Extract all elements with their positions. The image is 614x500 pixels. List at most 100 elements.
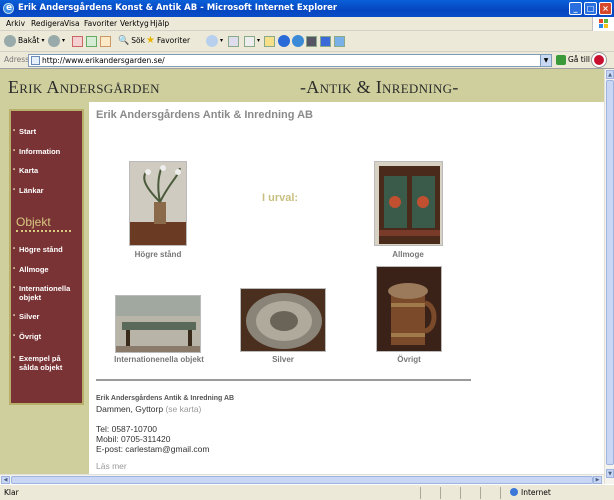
thumbnail-internationella[interactable]: [115, 295, 201, 353]
vertical-scroll-thumb[interactable]: [606, 80, 614, 465]
nav-internationella[interactable]: Internationella objekt: [13, 284, 75, 302]
print-button[interactable]: ▾: [244, 34, 260, 48]
menu-arkiv[interactable]: Arkiv: [6, 19, 25, 28]
extension-icon[interactable]: [592, 53, 606, 67]
go-button[interactable]: Gå till: [568, 55, 590, 64]
security-zone: Internet: [510, 488, 551, 497]
read-more-link[interactable]: Läs mer: [96, 461, 234, 471]
status-text: Klar: [4, 488, 19, 497]
nav-hogre-stand[interactable]: Högre stånd: [13, 245, 63, 254]
highlight-heading: I urval:: [262, 192, 299, 204]
thumbnail-hogre-stand[interactable]: [129, 161, 187, 246]
status-divider: [480, 487, 481, 499]
status-divider: [440, 487, 441, 499]
forward-button[interactable]: ▾: [48, 34, 65, 48]
favorites-button[interactable]: ★ Favoriter: [146, 34, 190, 48]
footer-tel: Tel: 0587-10700: [96, 424, 157, 434]
menu-redigera[interactable]: Redigera: [31, 19, 64, 28]
nav-start[interactable]: Start: [13, 127, 36, 136]
nav-allmoge[interactable]: Allmoge: [13, 265, 49, 274]
toolbar-icon-5[interactable]: [320, 34, 331, 48]
horizontal-scrollbar[interactable]: ◀ ▶: [0, 474, 604, 484]
nav-silver[interactable]: Silver: [13, 312, 40, 321]
home-icon: [100, 35, 111, 47]
tankard-image: [377, 267, 441, 351]
caption-allmoge[interactable]: Allmoge: [362, 250, 454, 259]
footer-company: Erik Andersgårdens Antik & Inredning AB: [96, 395, 235, 402]
caption-internationella[interactable]: Internationenella objekt: [104, 355, 214, 364]
nav-salda-objekt[interactable]: Exempel på sålda objekt: [13, 354, 77, 372]
thumbnail-ovrigt[interactable]: [376, 266, 442, 352]
site-title: Erik Andersgården: [8, 77, 160, 97]
nav-lankar[interactable]: Länkar: [13, 186, 44, 195]
back-button[interactable]: Bakåt ▾: [4, 34, 45, 48]
caption-hogre-stand[interactable]: Högre stånd: [112, 250, 204, 259]
globe-icon: [510, 488, 518, 496]
nav-karta[interactable]: Karta: [13, 166, 38, 175]
home-button[interactable]: [100, 34, 111, 48]
address-bar: Adress http://www.erikandersgarden.se/ ▼…: [0, 52, 614, 69]
scroll-left-icon[interactable]: ◀: [1, 476, 10, 484]
scroll-down-icon[interactable]: ▼: [606, 469, 614, 478]
menu-favoriter[interactable]: Favoriter: [84, 19, 117, 28]
caption-silver[interactable]: Silver: [240, 355, 326, 364]
nav-ovrigt[interactable]: Övrigt: [13, 332, 41, 341]
window-title: Erik Andersgårdens Konst & Antik AB - Mi…: [18, 3, 338, 13]
minimize-button[interactable]: _: [569, 2, 582, 15]
research-icon: [306, 35, 317, 47]
page-viewport: Erik Andersgården -Antik & Inredning- St…: [0, 69, 604, 484]
status-divider: [500, 487, 501, 499]
horizontal-scroll-thumb[interactable]: [11, 476, 593, 484]
chevron-down-icon: ▾: [257, 37, 261, 44]
cabinet-image: [375, 162, 442, 245]
map-link[interactable]: (se karta): [165, 404, 201, 414]
toolbar-icon-6[interactable]: [334, 34, 345, 48]
stop-button[interactable]: [72, 34, 83, 48]
mail-icon: [228, 35, 239, 47]
footer-address: Dammen, Gyttorp: [96, 404, 164, 414]
site-subtitle: -Antik & Inredning-: [300, 77, 459, 97]
history-button[interactable]: ▾: [206, 34, 223, 48]
vertical-scrollbar[interactable]: ▲ ▼: [604, 69, 614, 484]
mail-button[interactable]: [228, 34, 239, 48]
menu-verktyg[interactable]: Verktyg: [120, 19, 149, 28]
scroll-up-icon[interactable]: ▲: [606, 70, 614, 79]
nav-information[interactable]: Information: [13, 147, 60, 156]
chevron-down-icon: ▾: [62, 37, 66, 44]
silver-plate-image: [241, 289, 325, 351]
page-heading: Erik Andersgårdens Antik & Inredning AB: [96, 109, 313, 121]
toolbar-icon-1[interactable]: [264, 34, 275, 48]
caption-ovrigt[interactable]: Övrigt: [364, 355, 454, 364]
address-url: http://www.erikandersgarden.se/: [42, 56, 165, 65]
toolbar: Bakåt ▾ ▾ 🔍 Sök ★ Favoriter ▾ ▾: [0, 31, 614, 52]
status-bar: Klar Internet: [0, 484, 614, 500]
toolbar-icon-3[interactable]: [292, 34, 304, 48]
status-divider: [460, 487, 461, 499]
footer-email[interactable]: E-post: carlestam@gmail.com: [96, 444, 234, 454]
star-icon: ★: [146, 35, 155, 46]
objekt-heading: Objekt: [16, 215, 51, 229]
scroll-right-icon[interactable]: ▶: [593, 476, 602, 484]
close-button[interactable]: ×: [599, 2, 612, 15]
site-header: Erik Andersgården -Antik & Inredning-: [0, 69, 604, 102]
maximize-button[interactable]: □: [584, 2, 597, 15]
go-arrow-icon[interactable]: [556, 55, 566, 65]
refresh-button[interactable]: [86, 34, 97, 48]
thumbnail-silver[interactable]: [240, 288, 326, 352]
horizontal-rule: [96, 379, 471, 381]
thumbnail-allmoge[interactable]: [374, 161, 443, 246]
footer-address-line: Dammen, Gyttorp (se karta): [96, 404, 234, 414]
address-input[interactable]: http://www.erikandersgarden.se/ ▼: [28, 54, 552, 67]
forward-arrow-icon: [48, 35, 60, 47]
menu-hjalp[interactable]: Hjälp: [150, 19, 169, 28]
window-titlebar: Erik Andersgårdens Konst & Antik AB - Mi…: [0, 0, 614, 17]
footer-mobile: Mobil: 0705-311420: [96, 434, 171, 444]
address-dropdown-icon[interactable]: ▼: [540, 55, 551, 66]
search-button[interactable]: 🔍 Sök: [118, 34, 145, 48]
dotted-divider: [16, 230, 71, 232]
back-arrow-icon: [4, 35, 16, 47]
contact-footer: Erik Andersgårdens Antik & Inredning AB …: [96, 394, 234, 471]
menu-visa[interactable]: Visa: [64, 19, 80, 28]
toolbar-icon-2[interactable]: [278, 34, 290, 48]
toolbar-icon-4[interactable]: [306, 34, 317, 48]
